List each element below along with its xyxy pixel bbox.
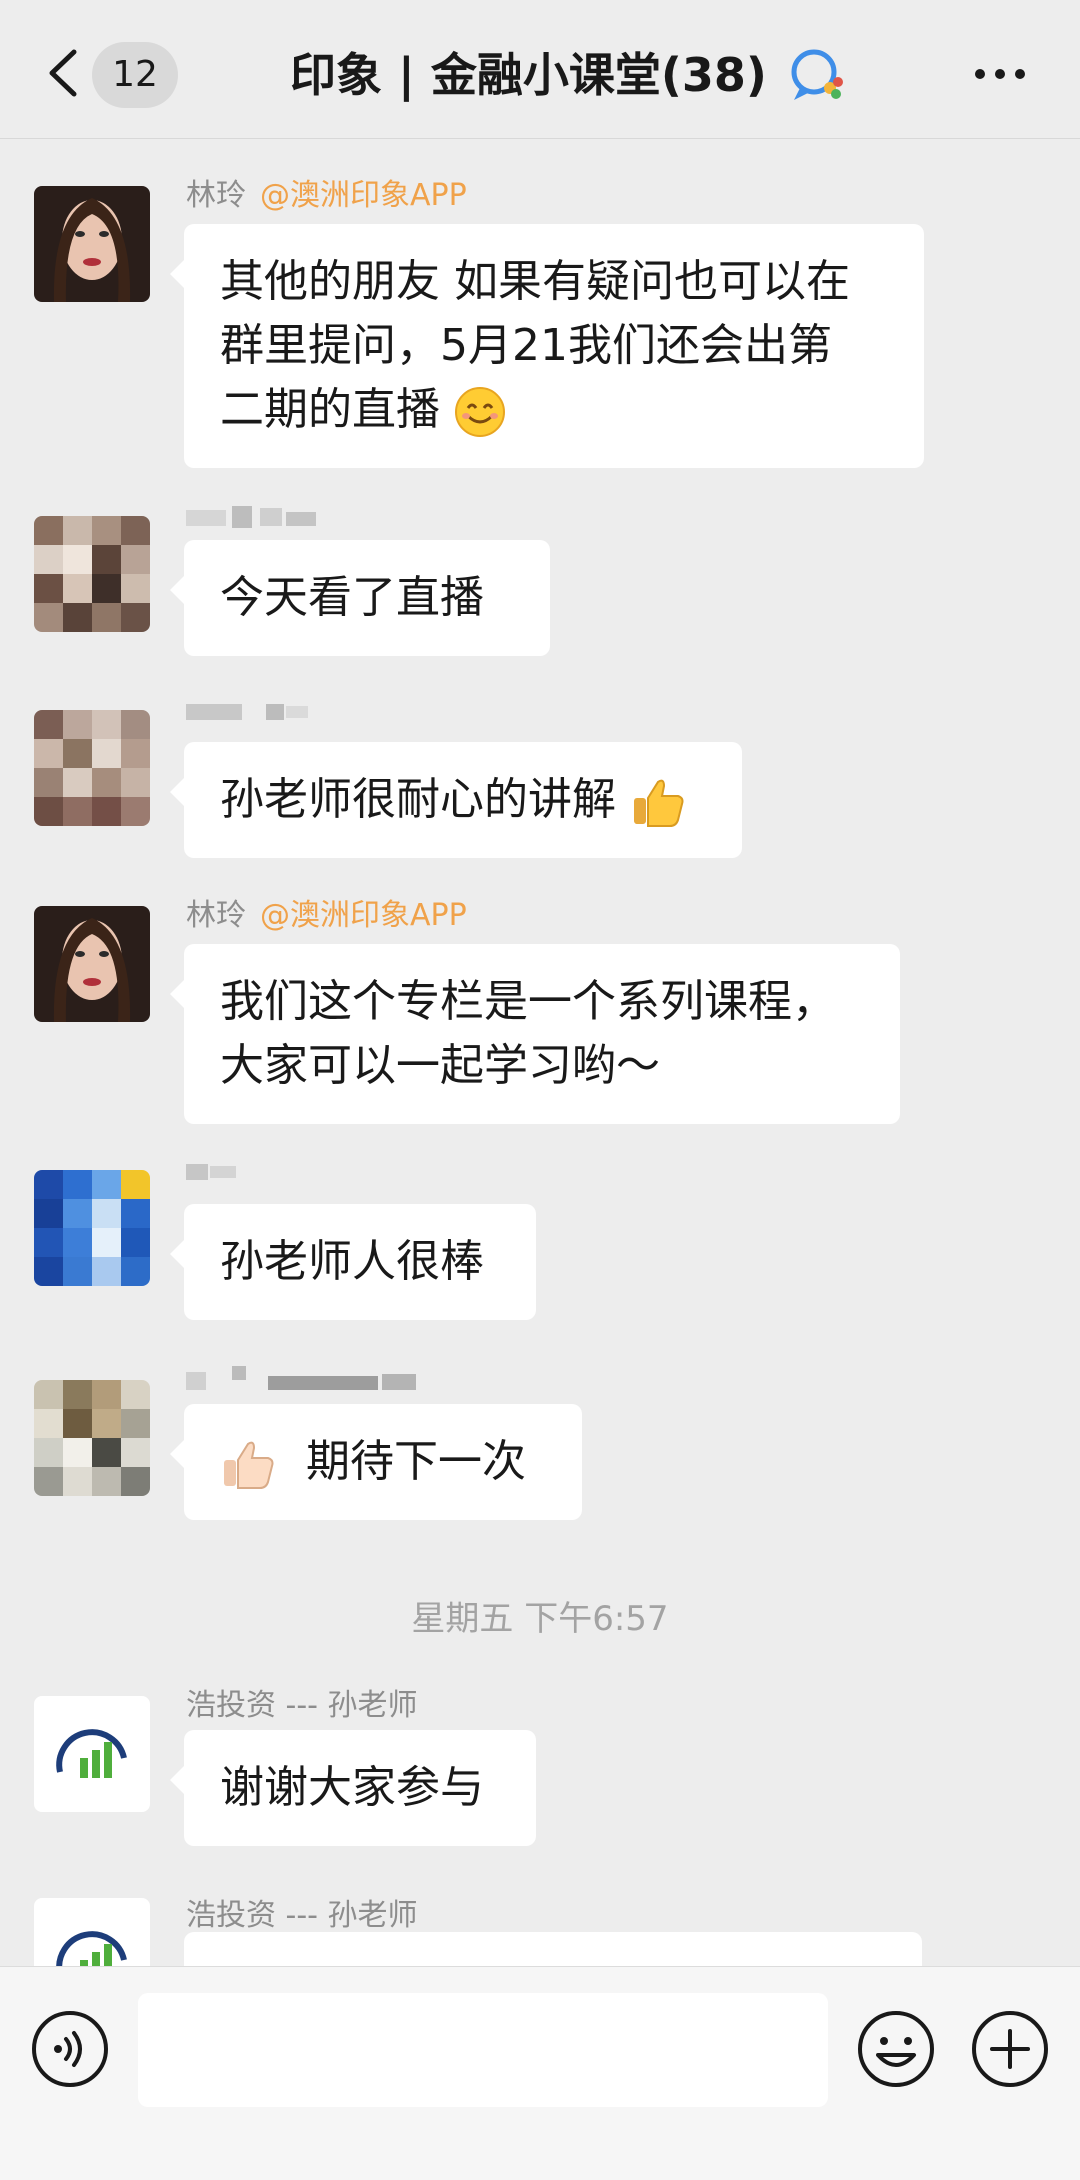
avatar[interactable] [34, 1170, 150, 1286]
smile-icon [455, 387, 505, 437]
emoji-icon[interactable] [856, 2009, 936, 2089]
thumbs-up-icon [634, 779, 684, 827]
blurred-sender-name [186, 1366, 416, 1390]
sender-name: 林玲 @澳洲印象APP [186, 178, 467, 213]
back-chevron-icon[interactable] [44, 48, 84, 98]
avatar[interactable] [34, 1380, 150, 1496]
message-bubble[interactable]: 孙老师很耐心的讲解 [170, 742, 742, 858]
chat-title: 印象 | 金融小课堂(38) [290, 48, 767, 102]
avatar[interactable] [34, 906, 150, 1022]
avatar[interactable] [34, 516, 150, 632]
sender-tag: @澳洲印象APP [260, 898, 467, 933]
plus-icon[interactable] [970, 2009, 1050, 2089]
message-input[interactable] [138, 1993, 828, 2107]
sender-tag: @澳洲印象APP [260, 178, 467, 213]
blurred-sender-name [186, 1164, 236, 1180]
avatar[interactable] [34, 186, 150, 302]
message-bubble[interactable]: 孙老师人很棒 [170, 1204, 536, 1320]
sender-name: 浩投资 --- 孙老师 [186, 1688, 418, 1723]
message-bubble[interactable]: 谢谢大家参与 [170, 1730, 536, 1846]
more-options-icon[interactable] [970, 62, 1030, 86]
chat-header: 12 印象 | 金融小课堂(38) [0, 0, 1080, 139]
company-logo-icon [34, 1898, 150, 1966]
avatar[interactable] [34, 710, 150, 826]
message-bubble[interactable]: 期待下一次 [170, 1404, 582, 1520]
avatar[interactable] [34, 1696, 150, 1812]
message-bubble[interactable]: 今天看了直播 [170, 540, 550, 656]
work-group-icon [791, 49, 843, 100]
company-logo-icon [34, 1696, 150, 1812]
blurred-sender-name [186, 506, 316, 528]
message-item: 浩投资 --- 孙老师 [0, 1898, 1080, 1966]
chat-input-bar [0, 1966, 1080, 2180]
message-bubble[interactable]: 我们这个专栏是一个系列课程， 大家可以一起学习哟～ [170, 944, 900, 1124]
avatar[interactable] [34, 1898, 150, 1966]
sender-name: 浩投资 --- 孙老师 [186, 1898, 418, 1933]
unread-count-badge[interactable]: 12 [92, 42, 178, 108]
message-bubble[interactable] [184, 1932, 922, 1966]
message-bubble[interactable]: 其他的朋友 如果有疑问也可以在 群里提问，5月21我们还会出第 二期的直播 [170, 224, 924, 468]
timestamp-divider: 星期五 下午6:57 [411, 1599, 669, 1639]
blurred-sender-name [186, 704, 308, 720]
thumbs-up-icon [224, 1441, 274, 1489]
voice-input-icon[interactable] [30, 2009, 110, 2089]
sender-name: 林玲 @澳洲印象APP [186, 898, 467, 933]
